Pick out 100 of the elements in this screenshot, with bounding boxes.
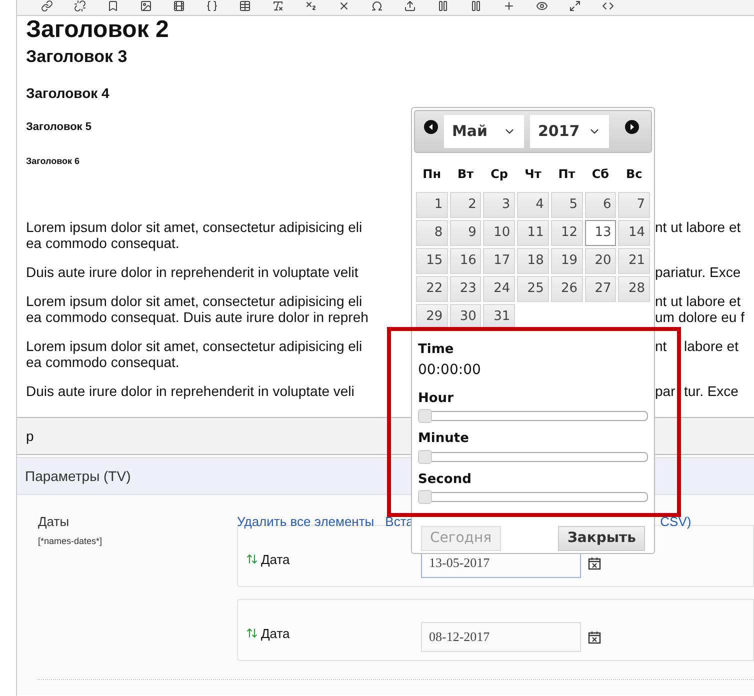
paragraph-text: tur. Exce <box>684 383 738 399</box>
weekday-label: Сб <box>590 166 610 183</box>
day-cell[interactable]: 16 <box>450 248 482 274</box>
link[interactable]: CSV) <box>660 512 692 527</box>
day-cell[interactable]: 22 <box>416 276 448 302</box>
item-label: Дата <box>261 551 291 569</box>
slider-label: Second <box>418 470 472 488</box>
day-cell[interactable]: 1 <box>416 192 448 218</box>
day-cell[interactable]: 17 <box>483 248 516 274</box>
panel-title: Параметры (TV) <box>25 466 131 486</box>
day-cell[interactable]: 2 <box>450 192 482 218</box>
bookmark-icon[interactable] <box>107 0 119 12</box>
paragraph-text: labore et <box>684 338 738 354</box>
paragraph-text: nt ut labore et <box>655 293 741 309</box>
day-cell[interactable]: 25 <box>517 276 549 302</box>
day-cell[interactable]: 26 <box>550 276 583 302</box>
heading: Заголовок 5 <box>26 120 92 134</box>
time-value: 00:00:00 <box>418 360 481 380</box>
weekday-label: Ср <box>490 166 509 183</box>
paragraph-text: nt <box>655 338 667 354</box>
day-cell[interactable]: 10 <box>483 220 516 246</box>
maximize-icon[interactable] <box>569 0 581 12</box>
day-cell[interactable]: 14 <box>618 220 650 246</box>
day-cell[interactable]: 13 <box>584 220 616 246</box>
pause-icon[interactable] <box>437 0 449 12</box>
unlink-icon[interactable] <box>74 0 86 12</box>
film-icon[interactable] <box>173 0 185 12</box>
previous-month-icon[interactable] <box>424 120 438 134</box>
slider-label: Minute <box>418 430 469 448</box>
paragraph-text: Lorem ipsum dolor sit amet, consectetur adipisicing eli <box>26 293 362 309</box>
link-icon[interactable] <box>41 0 53 12</box>
day-cell[interactable]: 28 <box>618 276 650 302</box>
day-cell[interactable]: 27 <box>584 276 616 302</box>
paragraph-text: ea commodo consequat. <box>26 354 180 370</box>
heading: Заголовок 6 <box>26 155 80 167</box>
day-cell[interactable]: 15 <box>416 248 448 274</box>
close-icon[interactable] <box>338 0 350 12</box>
slider[interactable] <box>418 450 648 464</box>
plus-icon[interactable] <box>503 0 515 12</box>
month-select[interactable]: Май <box>444 115 524 148</box>
braces-icon[interactable] <box>206 0 218 12</box>
paragraph-text: pariatur. Exce <box>655 264 741 280</box>
slider-handle[interactable] <box>418 409 432 423</box>
slider-handle[interactable] <box>418 450 432 464</box>
day-cell[interactable]: 11 <box>517 220 549 246</box>
paragraph-text: Duis aute irure dolor in reprehenderit in voluptate velit <box>26 264 358 280</box>
day-cell[interactable]: 8 <box>416 220 448 246</box>
code-icon[interactable] <box>602 0 614 12</box>
pause-icon[interactable] <box>470 0 482 12</box>
paragraph-text: par <box>655 383 676 399</box>
element-path[interactable]: p <box>26 426 34 446</box>
day-cell[interactable]: 24 <box>483 276 516 302</box>
eye-icon[interactable] <box>536 0 548 12</box>
item-label: Дата <box>261 625 291 643</box>
paragraph-text: Lorem ipsum dolor sit amet, consectetur adipisicing eli <box>26 219 362 235</box>
link[interactable]: Удалить все элементы <box>237 512 374 527</box>
drag-icon[interactable] <box>246 553 258 565</box>
upload-icon[interactable] <box>404 0 416 12</box>
drag-icon[interactable] <box>246 627 258 639</box>
paragraph-text: um dolore eu f <box>655 309 744 325</box>
close-button[interactable]: Закрыть <box>558 526 645 551</box>
omega-icon[interactable] <box>371 0 383 12</box>
year-select[interactable]: 2017 <box>530 115 609 148</box>
paragraph-text: Lorem ipsum dolor sit amet, consectetur adipisicing eli <box>26 338 362 354</box>
day-cell[interactable]: 9 <box>450 220 482 246</box>
day-cell[interactable]: 3 <box>483 192 516 218</box>
day-cell[interactable]: 19 <box>550 248 583 274</box>
date-field[interactable]: 08-12-2017 <box>421 622 581 652</box>
paragraph-text: Duis aute irure dolor in reprehenderit in voluptate veli <box>26 383 354 399</box>
calendar-clear-icon[interactable] <box>588 631 601 644</box>
weekday-label: Вт <box>456 166 475 183</box>
next-month-icon[interactable] <box>625 120 639 134</box>
heading: Заголовок 4 <box>26 84 110 102</box>
paragraph-text: ea commodo consequat. <box>26 235 180 251</box>
day-cell[interactable]: 20 <box>584 248 616 274</box>
slider[interactable] <box>418 409 648 423</box>
day-cell[interactable]: 21 <box>618 248 650 274</box>
slider-label: Hour <box>418 390 454 408</box>
slider-handle[interactable] <box>418 490 432 504</box>
weekday-label: Вс <box>625 166 644 183</box>
clear-format-icon[interactable] <box>272 0 284 12</box>
day-cell[interactable]: 6 <box>584 192 616 218</box>
subscript-icon[interactable] <box>305 0 317 12</box>
time-label: Time <box>418 341 454 359</box>
image-icon[interactable] <box>140 0 152 12</box>
heading: Заголовок 2 <box>26 17 169 43</box>
day-cell[interactable]: 5 <box>550 192 583 218</box>
day-cell[interactable]: 18 <box>517 248 549 274</box>
calendar-clear-icon[interactable] <box>588 557 601 570</box>
slider[interactable] <box>418 490 648 504</box>
paragraph-text: nt ut labore et <box>655 219 741 235</box>
day-cell[interactable]: 4 <box>517 192 549 218</box>
day-cell[interactable]: 12 <box>550 220 583 246</box>
field-tag: [*names-dates*] <box>38 534 102 548</box>
weekday-label: Пт <box>557 166 576 183</box>
weekday-label: Пн <box>422 166 442 183</box>
field-label: Даты <box>38 513 70 531</box>
table-icon[interactable] <box>239 0 251 12</box>
day-cell[interactable]: 23 <box>450 276 482 302</box>
day-cell[interactable]: 7 <box>618 192 650 218</box>
